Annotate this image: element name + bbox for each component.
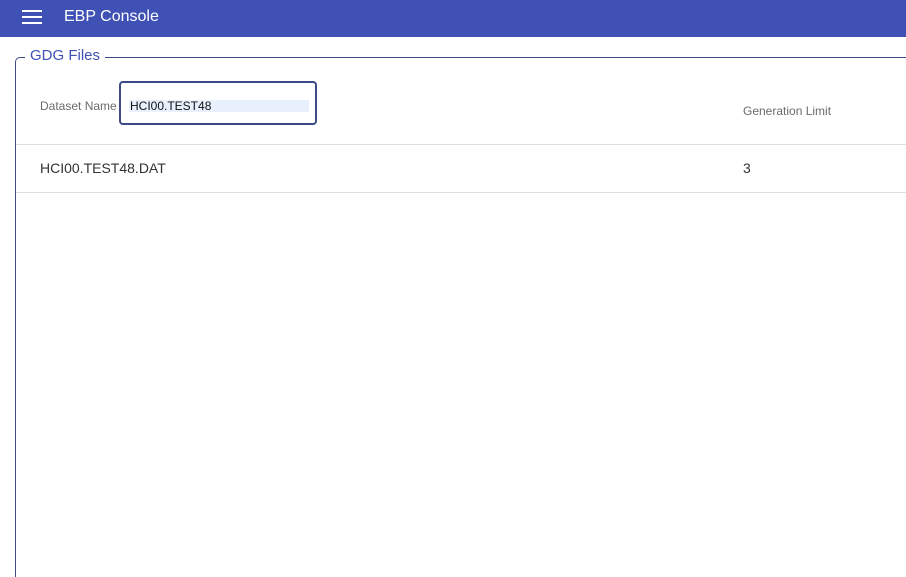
table-row[interactable]: HCI00.TEST48.DAT 3 (16, 145, 906, 192)
dataset-name-filter-box[interactable] (119, 81, 317, 125)
dataset-name-cell: HCI00.TEST48.DAT (40, 160, 166, 176)
generation-limit-cell: 3 (743, 160, 751, 176)
app-title: EBP Console (64, 8, 159, 25)
row-divider (16, 192, 906, 193)
dataset-name-label: Dataset Name (40, 99, 117, 113)
panel-legend: GDG Files (25, 46, 106, 66)
gdg-files-panel (15, 57, 906, 577)
app-bar: EBP Console (0, 0, 906, 37)
generation-limit-header: Generation Limit (743, 104, 832, 118)
hamburger-menu-button[interactable] (18, 6, 46, 28)
dataset-name-input[interactable] (129, 100, 309, 112)
hamburger-menu-icon (22, 10, 42, 24)
